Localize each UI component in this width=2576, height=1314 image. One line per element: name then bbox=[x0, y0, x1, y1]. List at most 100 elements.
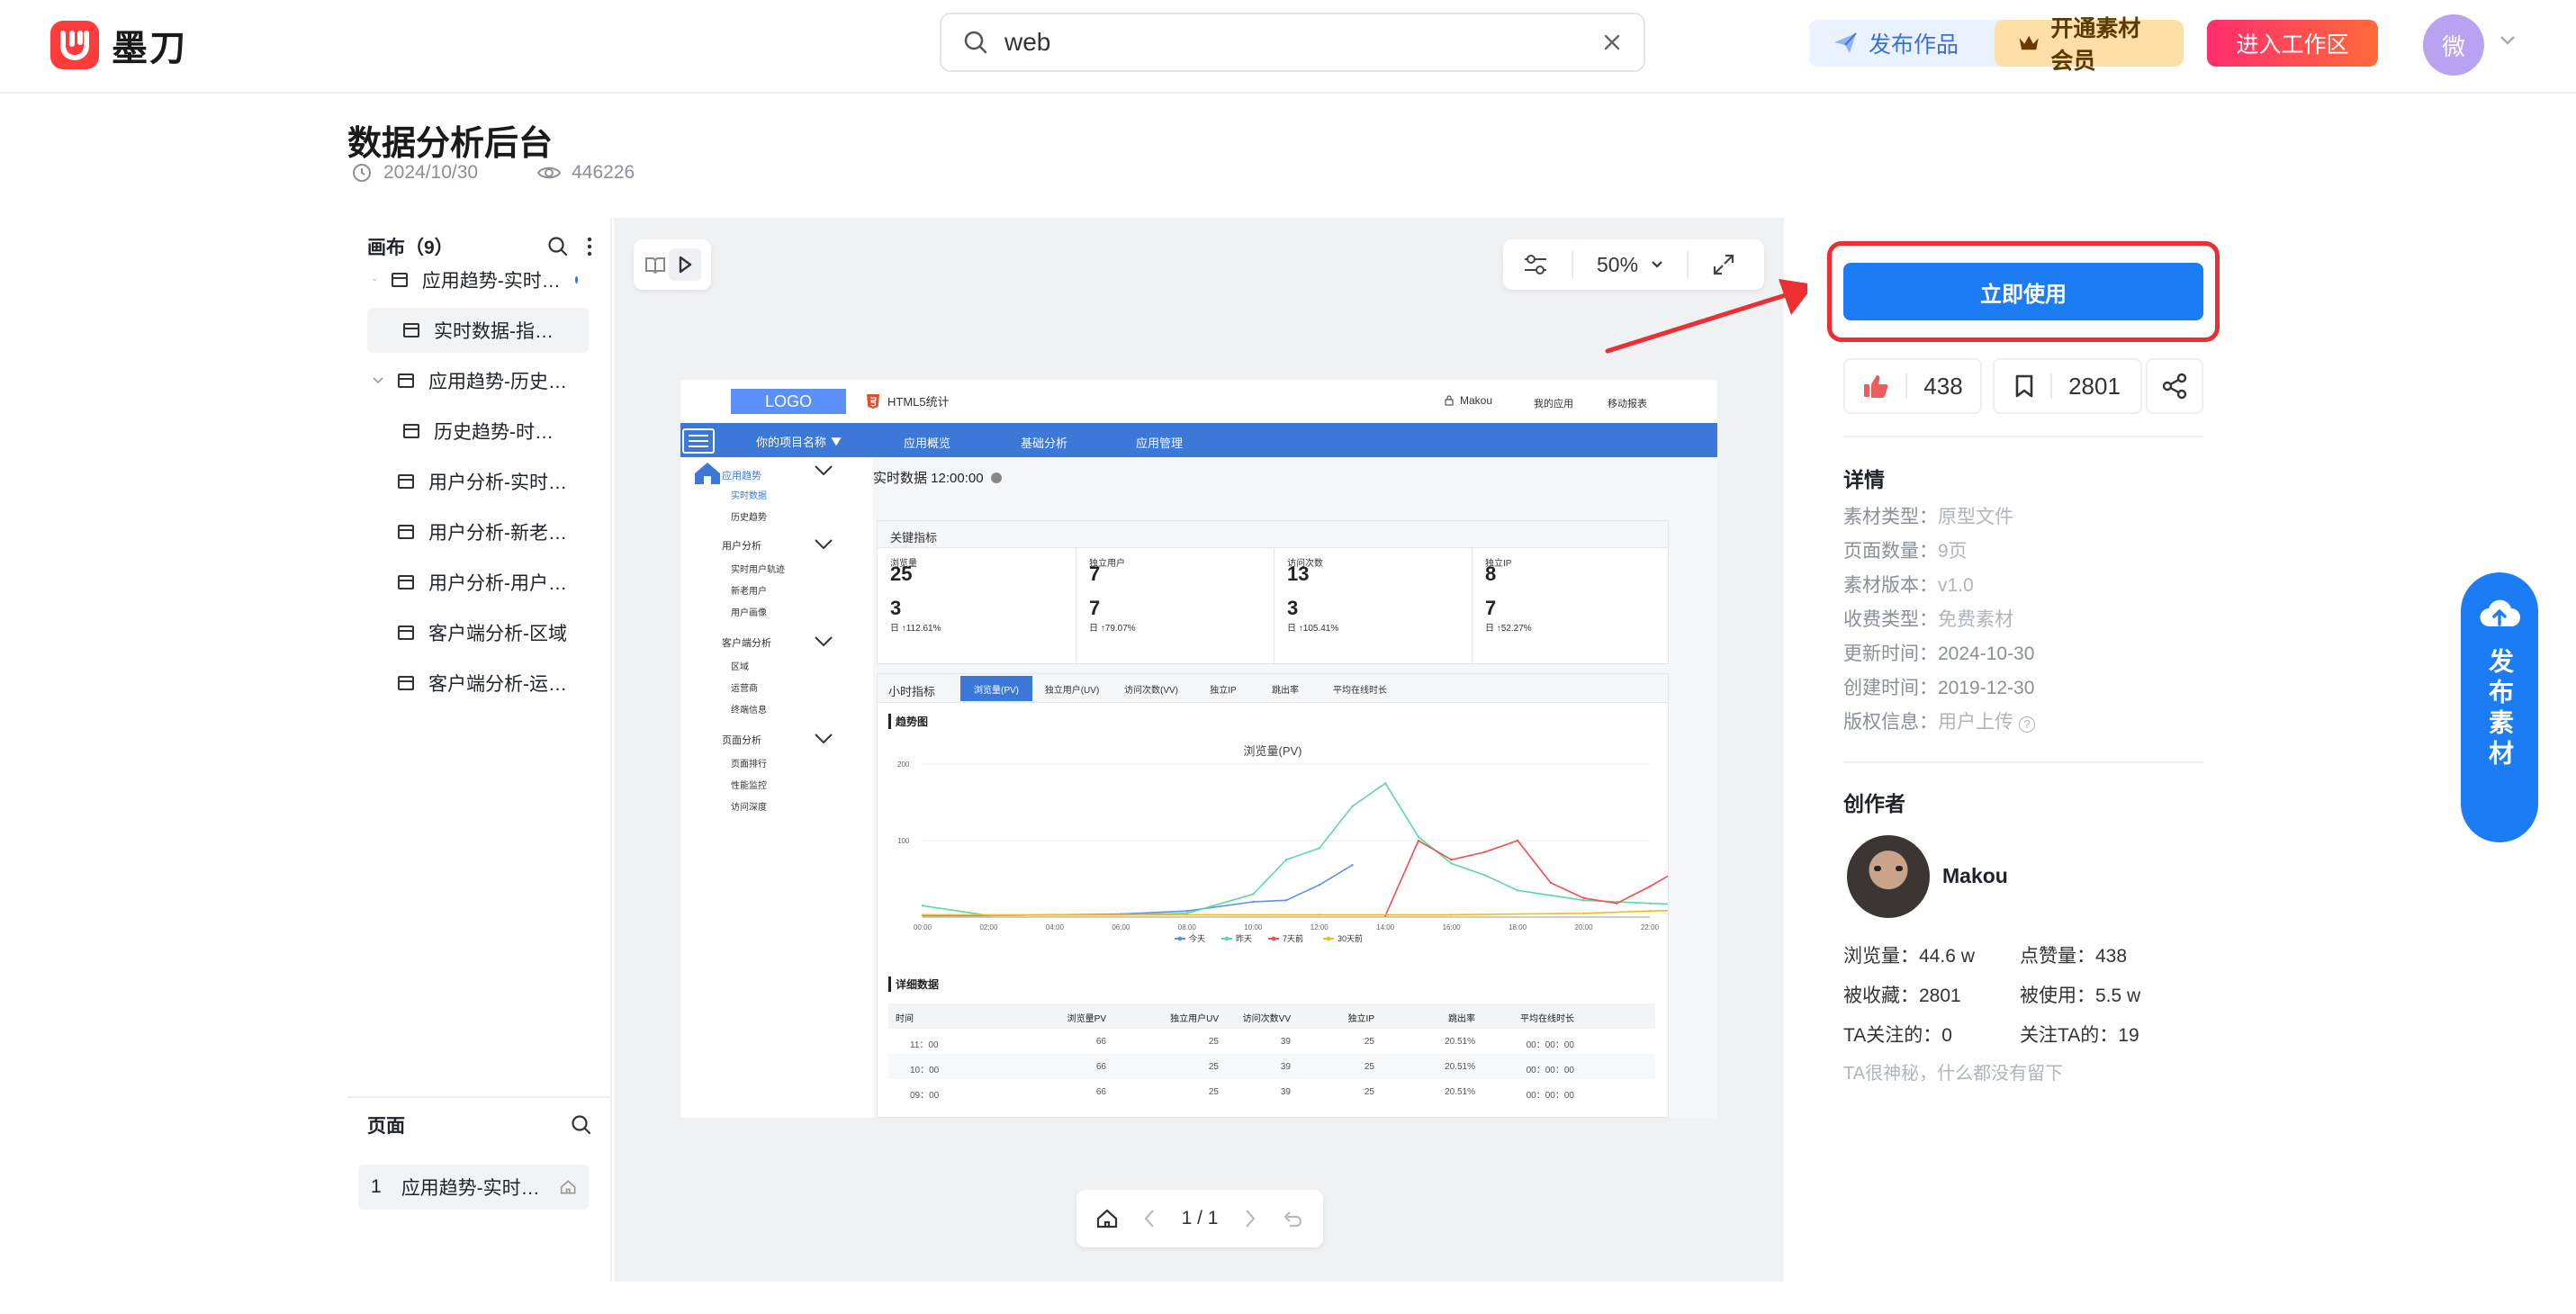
data-point bbox=[1284, 859, 1288, 861]
canvas-tree-item[interactable]: 历史趋势-时… bbox=[367, 409, 589, 454]
metric-value-yesterday: 3 bbox=[1287, 597, 1299, 619]
chart-title: 浏览量(PV) bbox=[1243, 744, 1302, 758]
app-logo[interactable]: 墨刀 bbox=[50, 20, 187, 70]
canvas-tree-item[interactable]: 客户端分析-区域 bbox=[358, 610, 589, 655]
search-icon[interactable] bbox=[571, 1114, 592, 1136]
detail-label: 版权信息： bbox=[1843, 712, 1938, 733]
mock-side-item: 新老用户 bbox=[731, 587, 767, 597]
x-tick-label: 08:00 bbox=[1178, 923, 1197, 932]
work-views: 446226 bbox=[572, 162, 635, 183]
chevron-right-icon[interactable] bbox=[1244, 1209, 1256, 1228]
x-tick-label: 06:00 bbox=[1112, 923, 1130, 932]
data-point bbox=[1648, 910, 1652, 913]
table-cell: 20.51% bbox=[1445, 1037, 1475, 1047]
search-icon[interactable] bbox=[547, 236, 569, 257]
canvas-tree-item[interactable]: 应用趋势-实时… bbox=[358, 257, 589, 302]
metric-tab[interactable]: 平均在线时长 bbox=[1319, 676, 1401, 701]
mock-side-group-2: 用户分析 bbox=[722, 541, 761, 552]
home-icon[interactable] bbox=[1096, 1209, 1118, 1228]
mock-nav-manage: 应用管理 bbox=[1136, 436, 1184, 450]
more-icon[interactable] bbox=[587, 236, 592, 257]
table-header-cell: 独立IP bbox=[1347, 1014, 1374, 1024]
legend-marker bbox=[1271, 936, 1276, 941]
book-icon[interactable] bbox=[644, 256, 666, 274]
canvas-tree-item[interactable]: 用户分析-新老… bbox=[358, 509, 589, 554]
play-button[interactable] bbox=[668, 248, 701, 281]
undo-icon[interactable] bbox=[1282, 1209, 1303, 1228]
page-item[interactable]: 1 应用趋势-实时… bbox=[358, 1165, 589, 1210]
metric-tab[interactable]: 访问次数(VV) bbox=[1112, 676, 1191, 701]
canvas-tree-item-label: 客户端分析-运… bbox=[428, 674, 567, 695]
metric-tab[interactable]: 跳出率 bbox=[1256, 676, 1315, 701]
settings-sliders-icon[interactable] bbox=[1523, 253, 1548, 276]
bookmark-icon bbox=[2015, 374, 2033, 398]
help-icon[interactable]: ? bbox=[2019, 716, 2035, 733]
canvas-tree-item[interactable]: 客户端分析-运… bbox=[358, 661, 589, 706]
creator-stat-label: 被使用： bbox=[2020, 986, 2095, 1006]
chevron-down-icon[interactable] bbox=[2499, 34, 2517, 47]
chevron-left-icon[interactable] bbox=[1143, 1209, 1156, 1228]
mock-side-item: 访问深度 bbox=[731, 803, 767, 813]
publish-work-button[interactable]: 发布作品 bbox=[1809, 20, 2018, 67]
mock-side-item: 性能监控 bbox=[731, 781, 767, 791]
mock-side-group-1: 应用趋势 bbox=[722, 471, 761, 482]
mock-nav-apps: 我的应用 bbox=[1534, 399, 1573, 410]
detail-value: 2024-10-30 bbox=[1938, 644, 2035, 664]
data-point bbox=[1450, 862, 1453, 865]
legend-marker bbox=[1326, 936, 1331, 941]
metric-cell: 访问次数 13 3 日 ↑105.41% bbox=[1274, 548, 1472, 663]
user-avatar[interactable]: 微 bbox=[2423, 14, 2484, 76]
workspace-button[interactable]: 进入工作区 bbox=[2207, 20, 2378, 67]
detail-row: 素材类型：原型文件 bbox=[1843, 502, 2013, 529]
creator-stat-value: 5.5 w bbox=[2095, 986, 2141, 1006]
x-tick-label: 04:00 bbox=[1046, 923, 1065, 932]
metric-tab[interactable]: 浏览量(PV) bbox=[960, 676, 1032, 701]
canvas-tree-item[interactable]: 用户分析-用户… bbox=[358, 560, 589, 605]
clear-icon[interactable] bbox=[1602, 32, 1622, 52]
search-input[interactable] bbox=[1004, 28, 1586, 57]
canvas-tree-item[interactable]: 应用趋势-历史… bbox=[358, 358, 589, 403]
creator-stat-label: 点赞量： bbox=[2020, 946, 2095, 967]
y-tick-label: 100 bbox=[897, 837, 910, 845]
canvas-tree-item-label: 应用趋势-历史… bbox=[428, 372, 567, 392]
chevron-down-icon[interactable] bbox=[373, 377, 383, 384]
creator-avatar[interactable] bbox=[1847, 835, 1930, 918]
vip-label: 开通素材会员 bbox=[2050, 16, 2141, 74]
publish-material-float-button[interactable]: 发布素材 bbox=[2461, 572, 2538, 842]
vip-button[interactable]: 开通素材会员 bbox=[1995, 16, 2184, 74]
use-now-button[interactable]: 立即使用 bbox=[1843, 263, 2203, 320]
paper-plane-icon bbox=[1834, 32, 1857, 53]
work-title: 数据分析后台 bbox=[347, 125, 554, 163]
canvas-tree-item[interactable]: 实时数据-指… bbox=[367, 308, 589, 353]
mock-user: Makou bbox=[1444, 394, 1492, 407]
mock-side-item: 历史趋势 bbox=[731, 513, 767, 523]
x-tick-label: 02:00 bbox=[979, 923, 998, 932]
page-icon bbox=[398, 374, 414, 388]
like-button[interactable]: 438 bbox=[1843, 358, 1982, 414]
detail-row: 版权信息：用户上传? bbox=[1843, 707, 2035, 734]
favorite-button[interactable]: 2801 bbox=[1993, 358, 2142, 414]
detail-label: 更新时间： bbox=[1843, 644, 1938, 664]
x-tick-label: 14:00 bbox=[1376, 923, 1395, 932]
data-point bbox=[1053, 914, 1057, 916]
page-item-label: 应用趋势-实时… bbox=[401, 1178, 540, 1199]
pages-panel-title: 页面 bbox=[367, 1116, 405, 1137]
table-cell: 20.51% bbox=[1445, 1062, 1475, 1072]
metric-tab[interactable]: 独立IP bbox=[1194, 676, 1252, 701]
x-tick-label: 16:00 bbox=[1443, 923, 1462, 932]
creator-name[interactable]: Makou bbox=[1942, 864, 2008, 888]
search-box[interactable] bbox=[940, 13, 1645, 72]
data-point bbox=[1516, 889, 1519, 892]
metric-value: 7 bbox=[1089, 562, 1101, 585]
data-point bbox=[1351, 864, 1354, 867]
details-title: 详情 bbox=[1843, 468, 1885, 491]
detail-value: 免费素材 bbox=[1938, 609, 2013, 630]
legend-label: 昨天 bbox=[1236, 933, 1252, 943]
chevron-down-icon[interactable] bbox=[373, 276, 377, 284]
chevron-down-icon bbox=[815, 636, 833, 647]
metric-tab[interactable]: 独立用户(UV) bbox=[1036, 676, 1108, 701]
share-button[interactable] bbox=[2146, 358, 2203, 414]
page-number: 1 bbox=[371, 1176, 382, 1197]
canvas-tree-item[interactable]: 用户分析-实时… bbox=[358, 459, 589, 504]
prototype-preview[interactable]: LOGO HTML5统计 Makou 我的应用 移动报表 你的项目名称 应用概览… bbox=[680, 380, 1717, 1118]
